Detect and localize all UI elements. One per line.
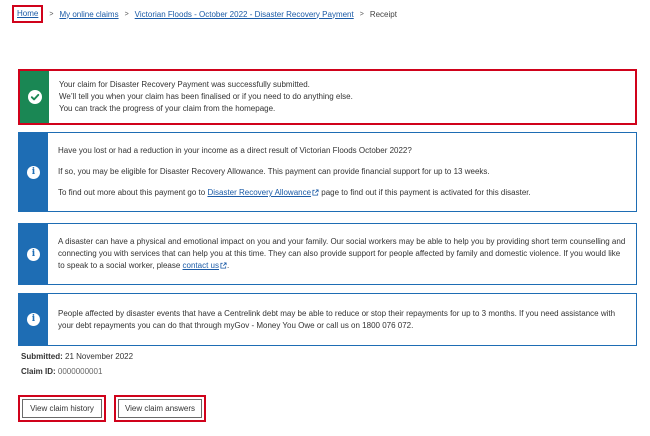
submitted-row: Submitted: 21 November 2022 xyxy=(21,352,133,361)
external-link-icon xyxy=(220,262,227,269)
disaster-recovery-allowance-link-text: Disaster Recovery Allowance xyxy=(207,188,312,197)
contact-us-link-text: contact us xyxy=(182,261,219,270)
view-claim-history-highlight: View claim history xyxy=(18,395,106,422)
breadcrumb-current: Receipt xyxy=(369,9,397,19)
submitted-label: Submitted: xyxy=(21,352,63,361)
success-alert-line-3: You can track the progress of your claim… xyxy=(59,104,276,113)
success-alert: Your claim for Disaster Recovery Payment… xyxy=(18,69,637,125)
breadcrumb-online-claims-link[interactable]: My online claims xyxy=(59,10,118,19)
info-circle-icon: i xyxy=(27,165,40,179)
breadcrumb-separator: > xyxy=(124,10,129,18)
breadcrumb-home-link[interactable]: Home xyxy=(17,9,38,18)
info-alert-bar: i xyxy=(19,294,48,345)
income-more-prefix: To find out more about this payment go t… xyxy=(58,188,206,197)
debt-info-body: People affected by disaster events that … xyxy=(48,294,636,345)
view-claim-answers-highlight: View claim answers xyxy=(114,395,206,422)
contact-us-link[interactable]: contact us xyxy=(183,261,227,270)
info-circle-icon: i xyxy=(27,247,40,261)
income-info-body: Have you lost or had a reduction in your… xyxy=(48,133,541,211)
debt-text: People affected by disaster events that … xyxy=(58,308,616,330)
claim-id-value: 0000000001 xyxy=(57,367,103,376)
claim-id-row: Claim ID: 0000000001 xyxy=(21,367,102,376)
submitted-value: 21 November 2022 xyxy=(65,352,134,361)
view-claim-history-button[interactable]: View claim history xyxy=(22,399,102,418)
success-alert-line-1: Your claim for Disaster Recovery Payment… xyxy=(59,80,310,89)
social-worker-suffix: . xyxy=(227,261,230,270)
income-question: Have you lost or had a reduction in your… xyxy=(58,146,412,155)
disaster-recovery-allowance-link[interactable]: Disaster Recovery Allowance xyxy=(207,188,319,197)
breadcrumb-home-highlight: Home xyxy=(12,5,44,23)
claim-id-label: Claim ID: xyxy=(21,367,56,376)
success-alert-bar xyxy=(20,71,49,123)
social-worker-text: A disaster can have a physical and emoti… xyxy=(58,236,626,272)
breadcrumb-separator: > xyxy=(359,10,364,18)
info-alert-bar: i xyxy=(19,133,48,211)
check-circle-icon xyxy=(27,90,42,104)
info-alert-bar: i xyxy=(19,224,48,284)
debt-info-alert: i People affected by disaster events tha… xyxy=(18,293,637,346)
success-alert-line-2: We’ll tell you when your claim has been … xyxy=(59,92,353,101)
view-claim-answers-button[interactable]: View claim answers xyxy=(118,399,202,418)
income-info-alert: i Have you lost or had a reduction in yo… xyxy=(18,132,637,212)
social-worker-info-alert: i A disaster can have a physical and emo… xyxy=(18,223,637,285)
breadcrumb-claim-event-link[interactable]: Victorian Floods - October 2022 - Disast… xyxy=(135,10,354,19)
income-eligibility: If so, you may be eligible for Disaster … xyxy=(58,167,490,176)
breadcrumb: Home > My online claims > Victorian Floo… xyxy=(12,3,397,25)
social-worker-paragraph: A disaster can have a physical and emoti… xyxy=(58,237,626,270)
info-circle-icon: i xyxy=(27,313,40,326)
income-more-info: To find out more about this payment go t… xyxy=(58,187,531,199)
success-alert-body: Your claim for Disaster Recovery Payment… xyxy=(49,71,363,123)
income-more-suffix: page to find out if this payment is acti… xyxy=(321,188,531,197)
breadcrumb-separator: > xyxy=(49,10,54,18)
social-worker-info-body: A disaster can have a physical and emoti… xyxy=(48,224,636,284)
external-link-icon xyxy=(312,189,319,196)
